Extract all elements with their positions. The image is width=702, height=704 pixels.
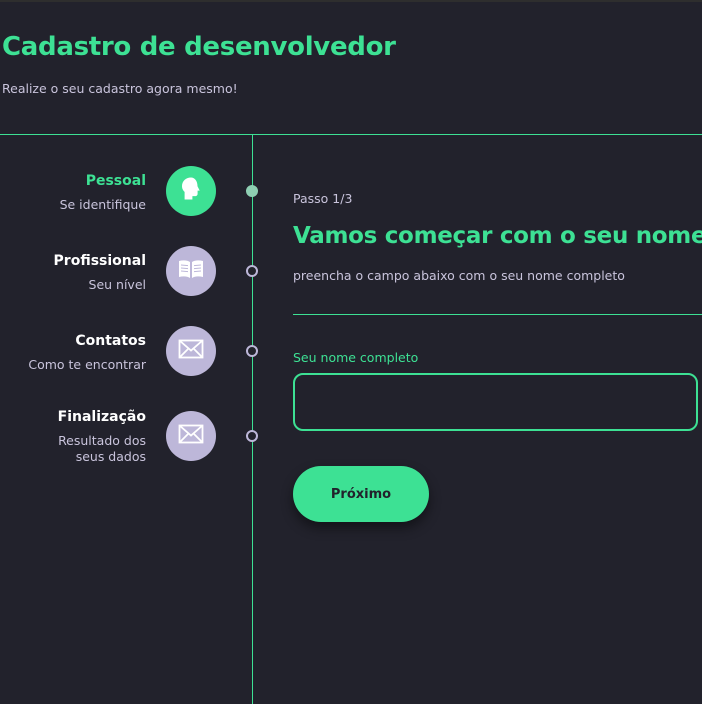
- next-button[interactable]: Próximo: [293, 466, 429, 522]
- step-circle: [166, 411, 216, 461]
- book-icon: [177, 258, 205, 284]
- top-border: [0, 0, 702, 2]
- step-description: Resultado dos seus dados: [58, 433, 146, 464]
- step-indicator-dot: [246, 430, 258, 442]
- step-counter: Passo 1/3: [293, 191, 353, 206]
- head-icon: [179, 176, 203, 206]
- form-divider: [293, 314, 702, 315]
- step-name: Contatos: [75, 333, 146, 349]
- step-indicator-dot: [246, 345, 258, 357]
- step-description: Se identifique: [59, 197, 146, 212]
- step-name: Profissional: [53, 253, 146, 269]
- name-field[interactable]: [293, 373, 698, 431]
- mail-icon: [178, 339, 204, 363]
- mail-icon: [178, 424, 204, 448]
- step-name: Pessoal: [85, 173, 146, 189]
- page-subtitle: Realize o seu cadastro agora mesmo!: [2, 81, 238, 96]
- form-heading: Vamos começar com o seu nome: [293, 223, 702, 249]
- step-circle: [166, 326, 216, 376]
- sidebar-divider: [252, 135, 253, 704]
- step-description: Seu nível: [88, 277, 146, 292]
- page-title: Cadastro de desenvolvedor: [2, 32, 396, 62]
- header-divider: [0, 134, 702, 135]
- step-name: Finalização: [57, 409, 146, 425]
- step-indicator-dot: [246, 265, 258, 277]
- step-indicator-dot: [246, 185, 258, 197]
- step-circle: [166, 246, 216, 296]
- step-circle: [166, 166, 216, 216]
- form-description: preencha o campo abaixo com o seu nome c…: [293, 268, 625, 283]
- name-field-label: Seu nome completo: [293, 350, 419, 365]
- step-description: Como te encontrar: [28, 357, 146, 372]
